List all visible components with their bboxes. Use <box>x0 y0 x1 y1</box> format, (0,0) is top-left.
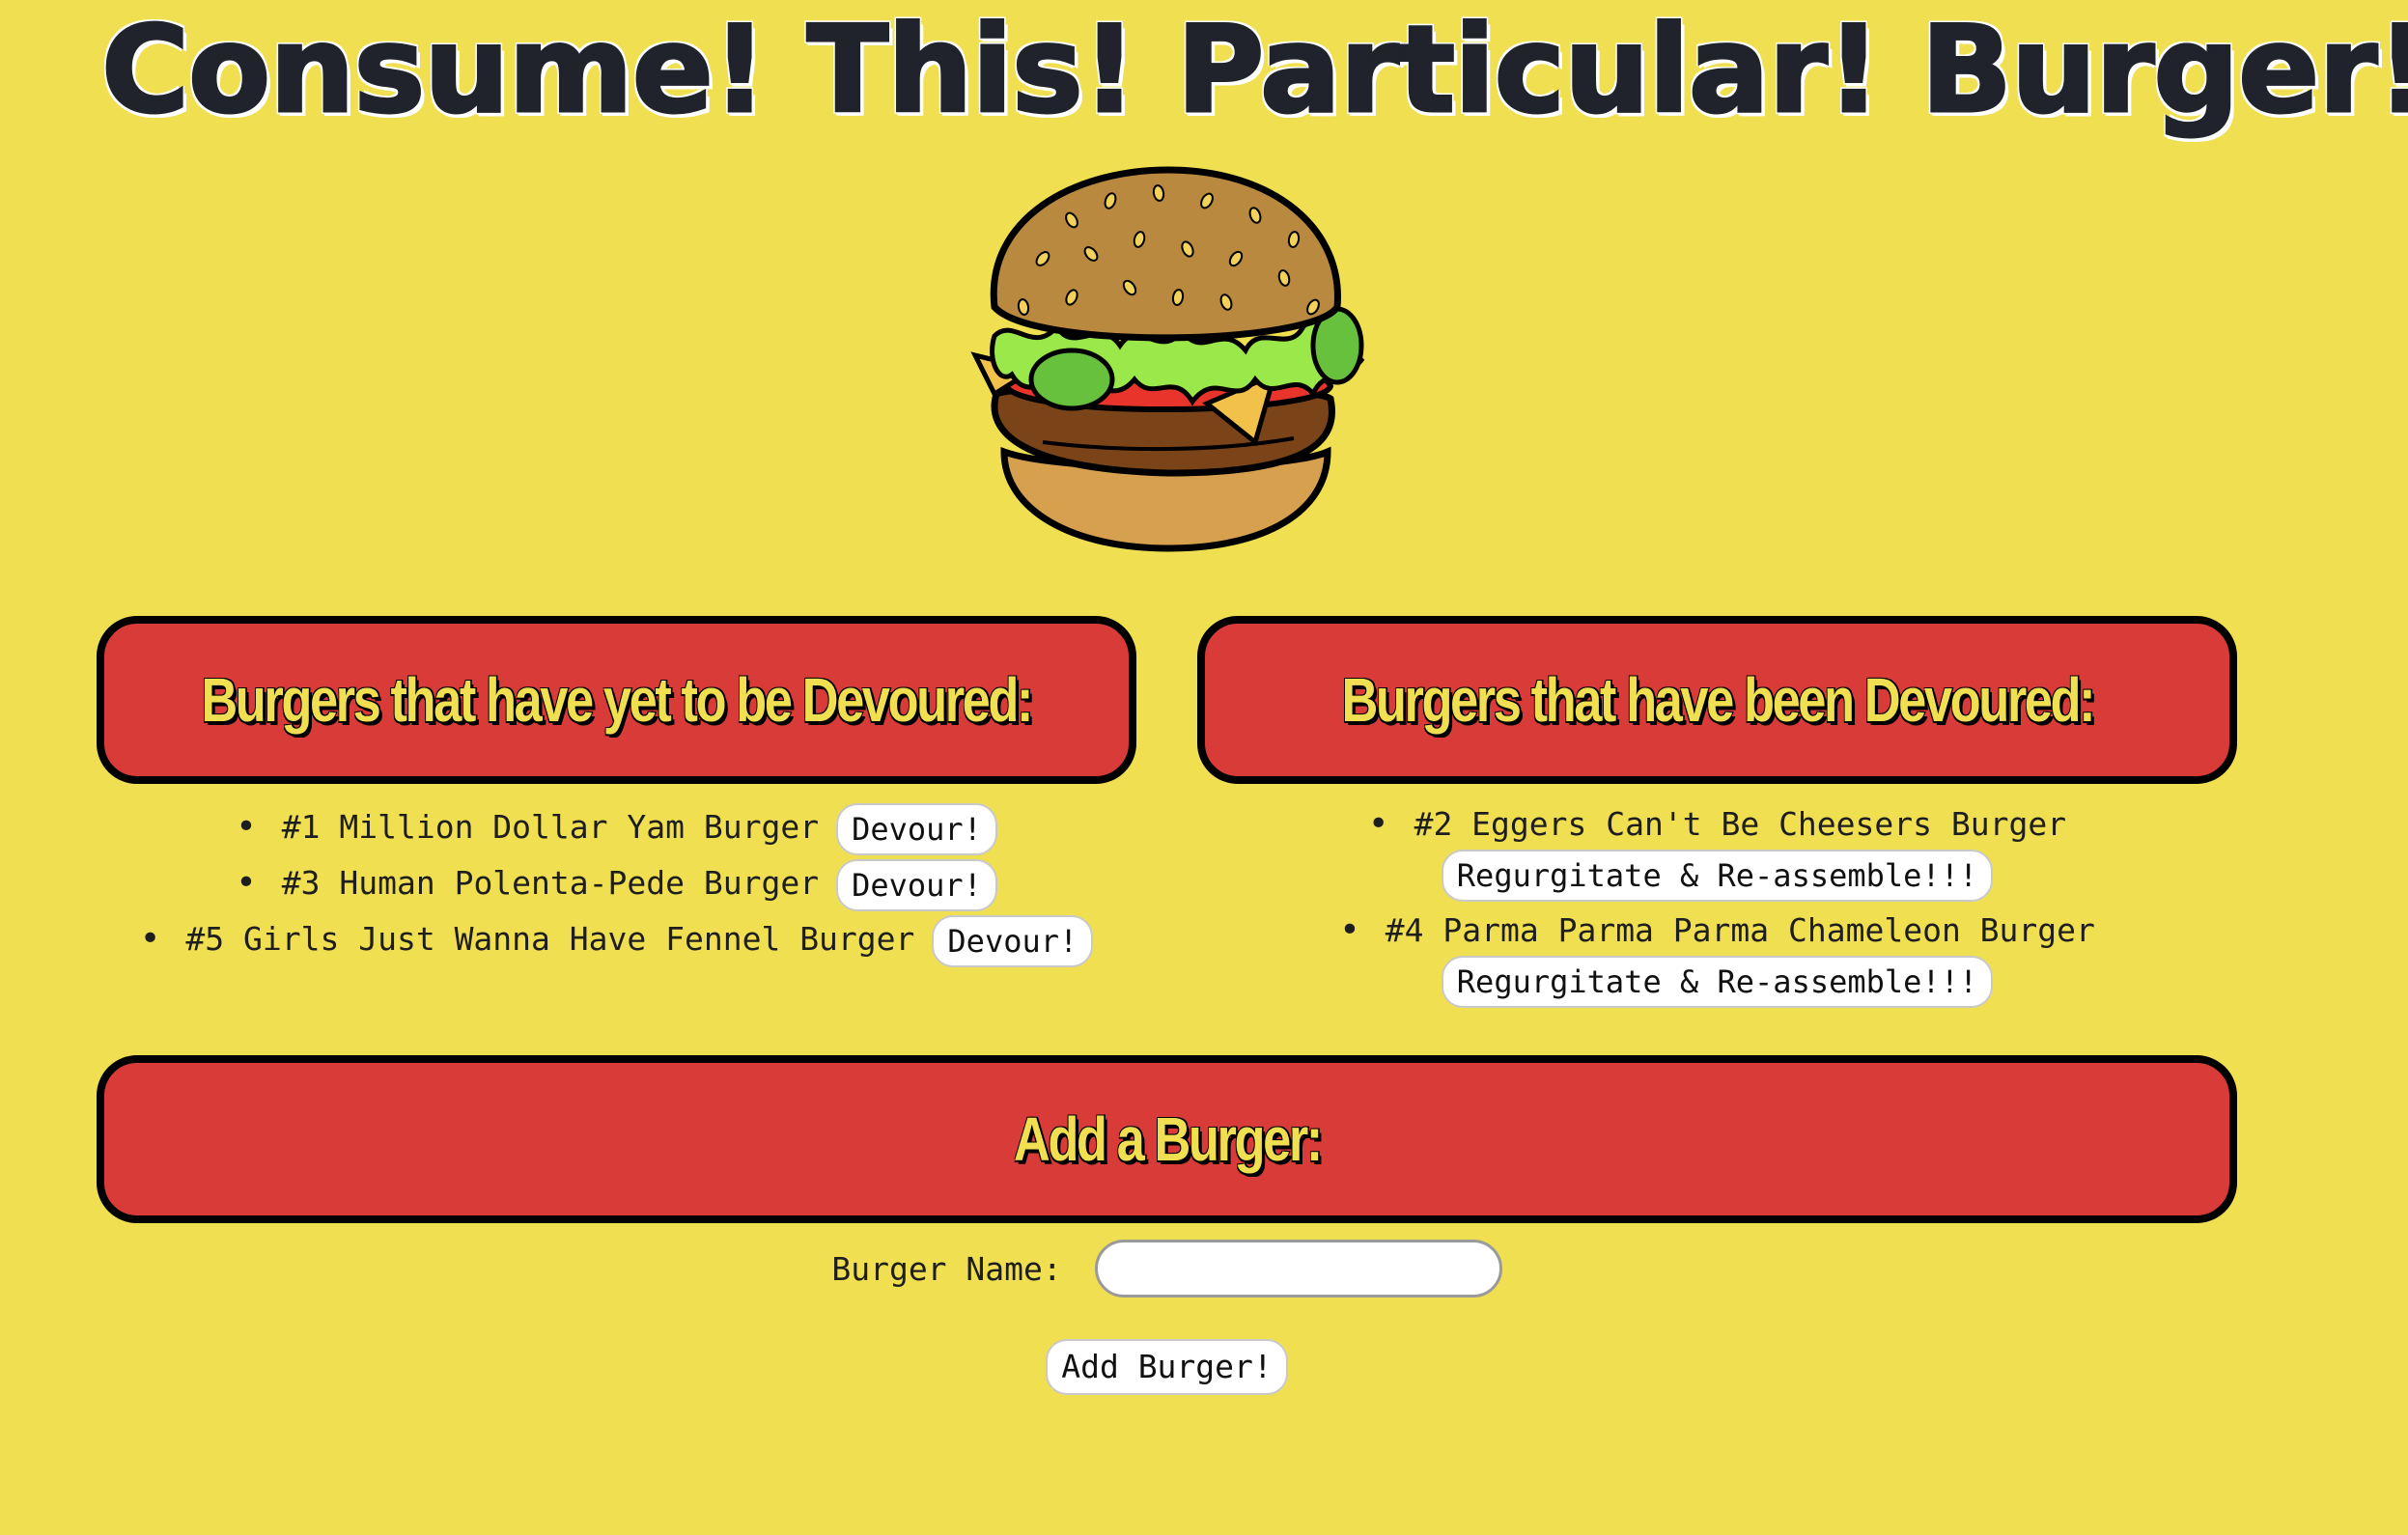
list-item: #1 Million Dollar Yam Burger Devour! <box>97 799 1136 855</box>
burger-name: #5 Girls Just Wanna Have Fennel Burger <box>140 920 914 958</box>
burger-name: #3 Human Polenta-Pede Burger <box>236 864 819 902</box>
undevoured-list: #1 Million Dollar Yam Burger Devour! #3 H… <box>97 799 1136 967</box>
list-item: #2 Eggers Can't Be Cheesers Burger Regur… <box>1197 799 2237 906</box>
burger-name: #1 Million Dollar Yam Burger <box>236 808 819 846</box>
burger-name: #2 Eggers Can't Be Cheesers Burger <box>1368 805 2067 843</box>
regurgitate-button[interactable]: Regurgitate & Re-assemble!!! <box>1441 850 1994 902</box>
devour-button[interactable]: Devour! <box>932 914 1094 967</box>
submit-row: Add Burger! <box>97 1339 2237 1395</box>
regurgitate-button[interactable]: Regurgitate & Re-assemble!!! <box>1441 956 1994 1008</box>
list-item: #5 Girls Just Wanna Have Fennel Burger De… <box>97 911 1136 967</box>
devoured-heading: Burgers that have been Devoured: <box>1341 665 2095 735</box>
add-burger-header-panel: Add a Burger: <box>97 1055 2237 1223</box>
list-item: #3 Human Polenta-Pede Burger Devour! <box>97 855 1136 911</box>
list-item: #4 Parma Parma Parma Chameleon Burger Re… <box>1197 906 2237 1012</box>
add-burger-heading: Add a Burger: <box>1013 1104 1323 1174</box>
page-title: Consume! This! Particular! Burger! <box>100 0 2408 142</box>
devour-button[interactable]: Devour! <box>836 802 997 855</box>
devoured-list: #2 Eggers Can't Be Cheesers Burger Regur… <box>1197 799 2237 1012</box>
devour-button[interactable]: Devour! <box>836 858 997 911</box>
undevoured-header-panel: Burgers that have yet to be Devoured: <box>97 616 1136 784</box>
burger-name-input[interactable] <box>1094 1240 1502 1298</box>
add-burger-button[interactable]: Add Burger! <box>1046 1339 1288 1395</box>
add-burger-form: Burger Name: <box>97 1240 2237 1298</box>
page: Consume! This! Particular! Burger! Burge… <box>0 0 2408 1535</box>
burger-name-label: Burger Name: <box>831 1249 1062 1288</box>
devoured-header-panel: Burgers that have been Devoured: <box>1197 616 2237 784</box>
burger-illustration-icon <box>970 166 1365 552</box>
undevoured-heading: Burgers that have yet to be Devoured: <box>201 665 1034 735</box>
burger-name: #4 Parma Parma Parma Chameleon Burger <box>1339 911 2095 949</box>
